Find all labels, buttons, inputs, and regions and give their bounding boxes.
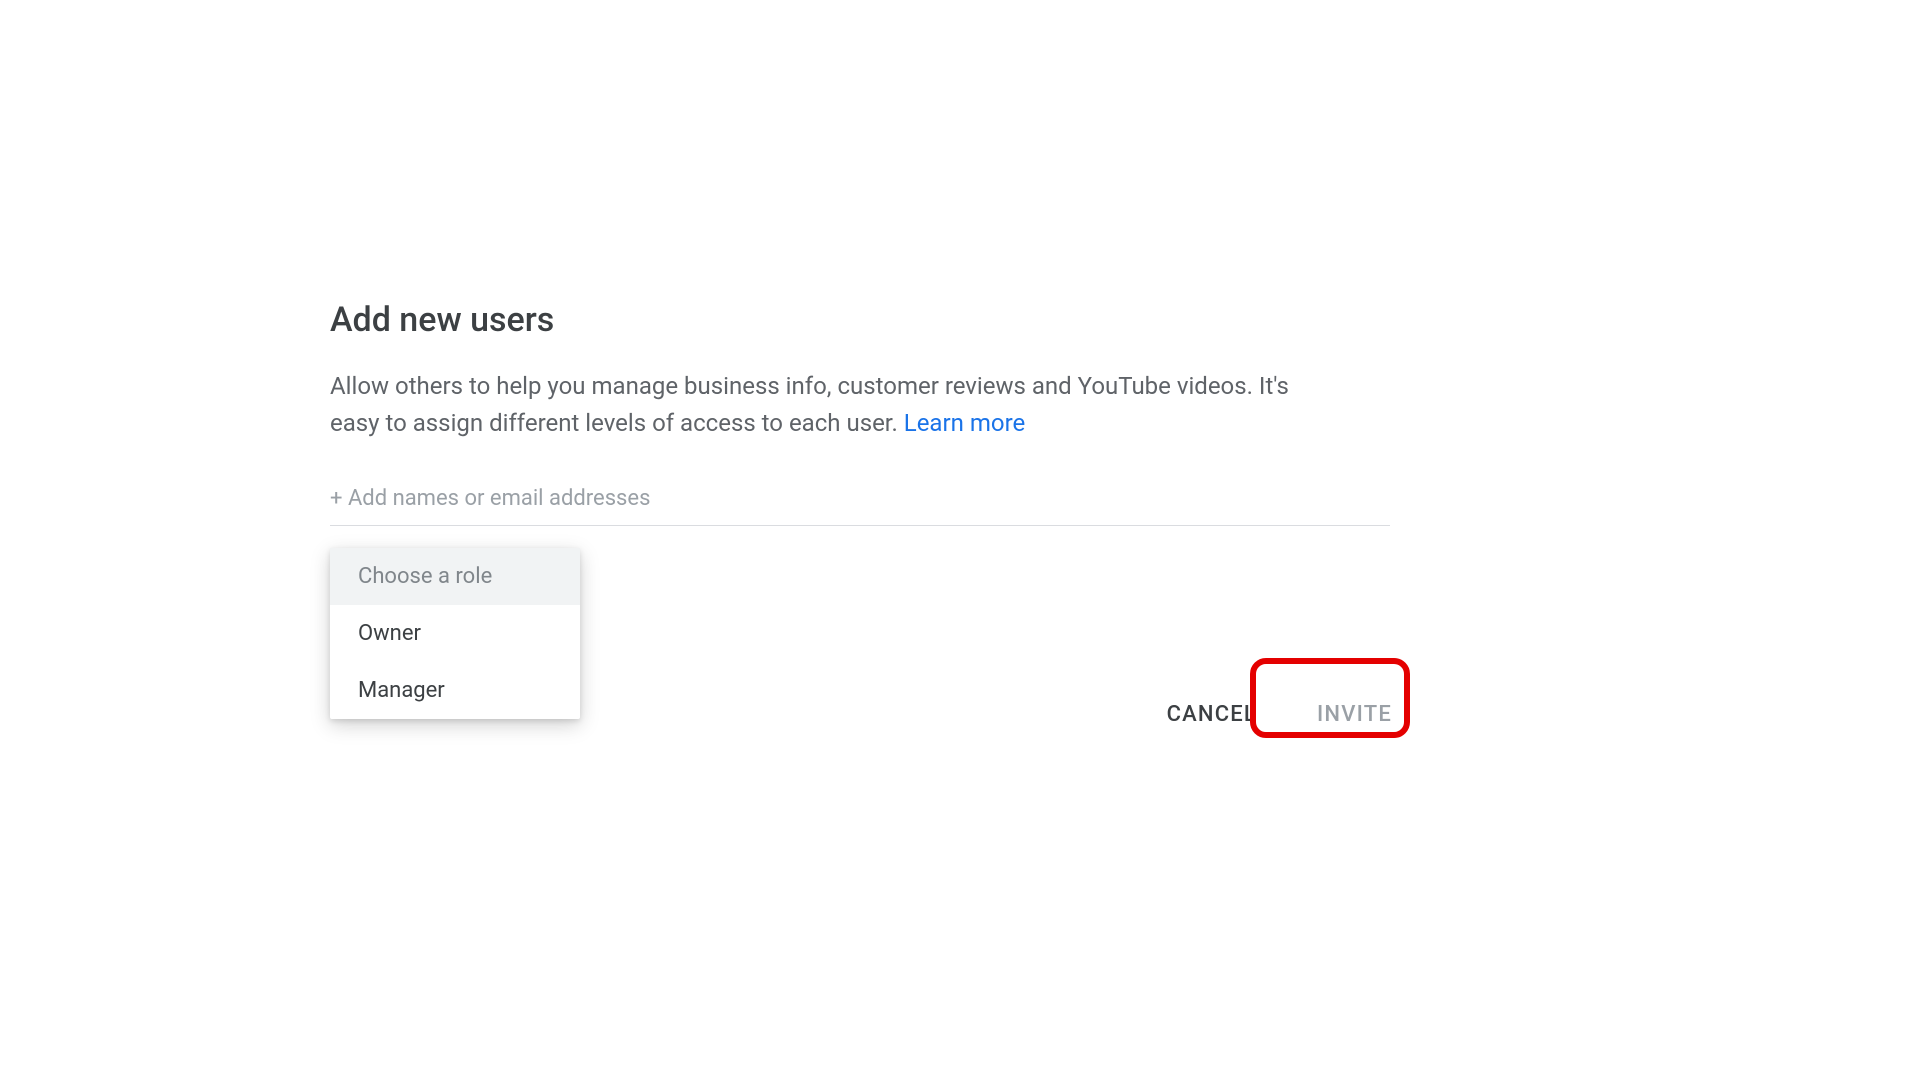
role-option-owner[interactable]: Owner — [330, 605, 580, 662]
invite-button[interactable]: INVITE — [1299, 690, 1410, 739]
email-input-container — [330, 482, 1390, 526]
dialog-description: Allow others to help you manage business… — [330, 368, 1310, 442]
add-users-dialog: Add new users Allow others to help you m… — [330, 300, 1390, 526]
role-dropdown-menu: Choose a role Owner Manager — [330, 548, 580, 719]
description-text: Allow others to help you manage business… — [330, 372, 1289, 437]
learn-more-link[interactable]: Learn more — [904, 409, 1025, 437]
dialog-title: Add new users — [330, 300, 1390, 340]
role-option-manager[interactable]: Manager — [330, 662, 580, 719]
role-dropdown-header: Choose a role — [330, 548, 580, 605]
dialog-button-row: CANCEL INVITE — [1149, 690, 1410, 739]
email-input[interactable] — [330, 482, 1390, 515]
cancel-button[interactable]: CANCEL — [1149, 690, 1275, 739]
